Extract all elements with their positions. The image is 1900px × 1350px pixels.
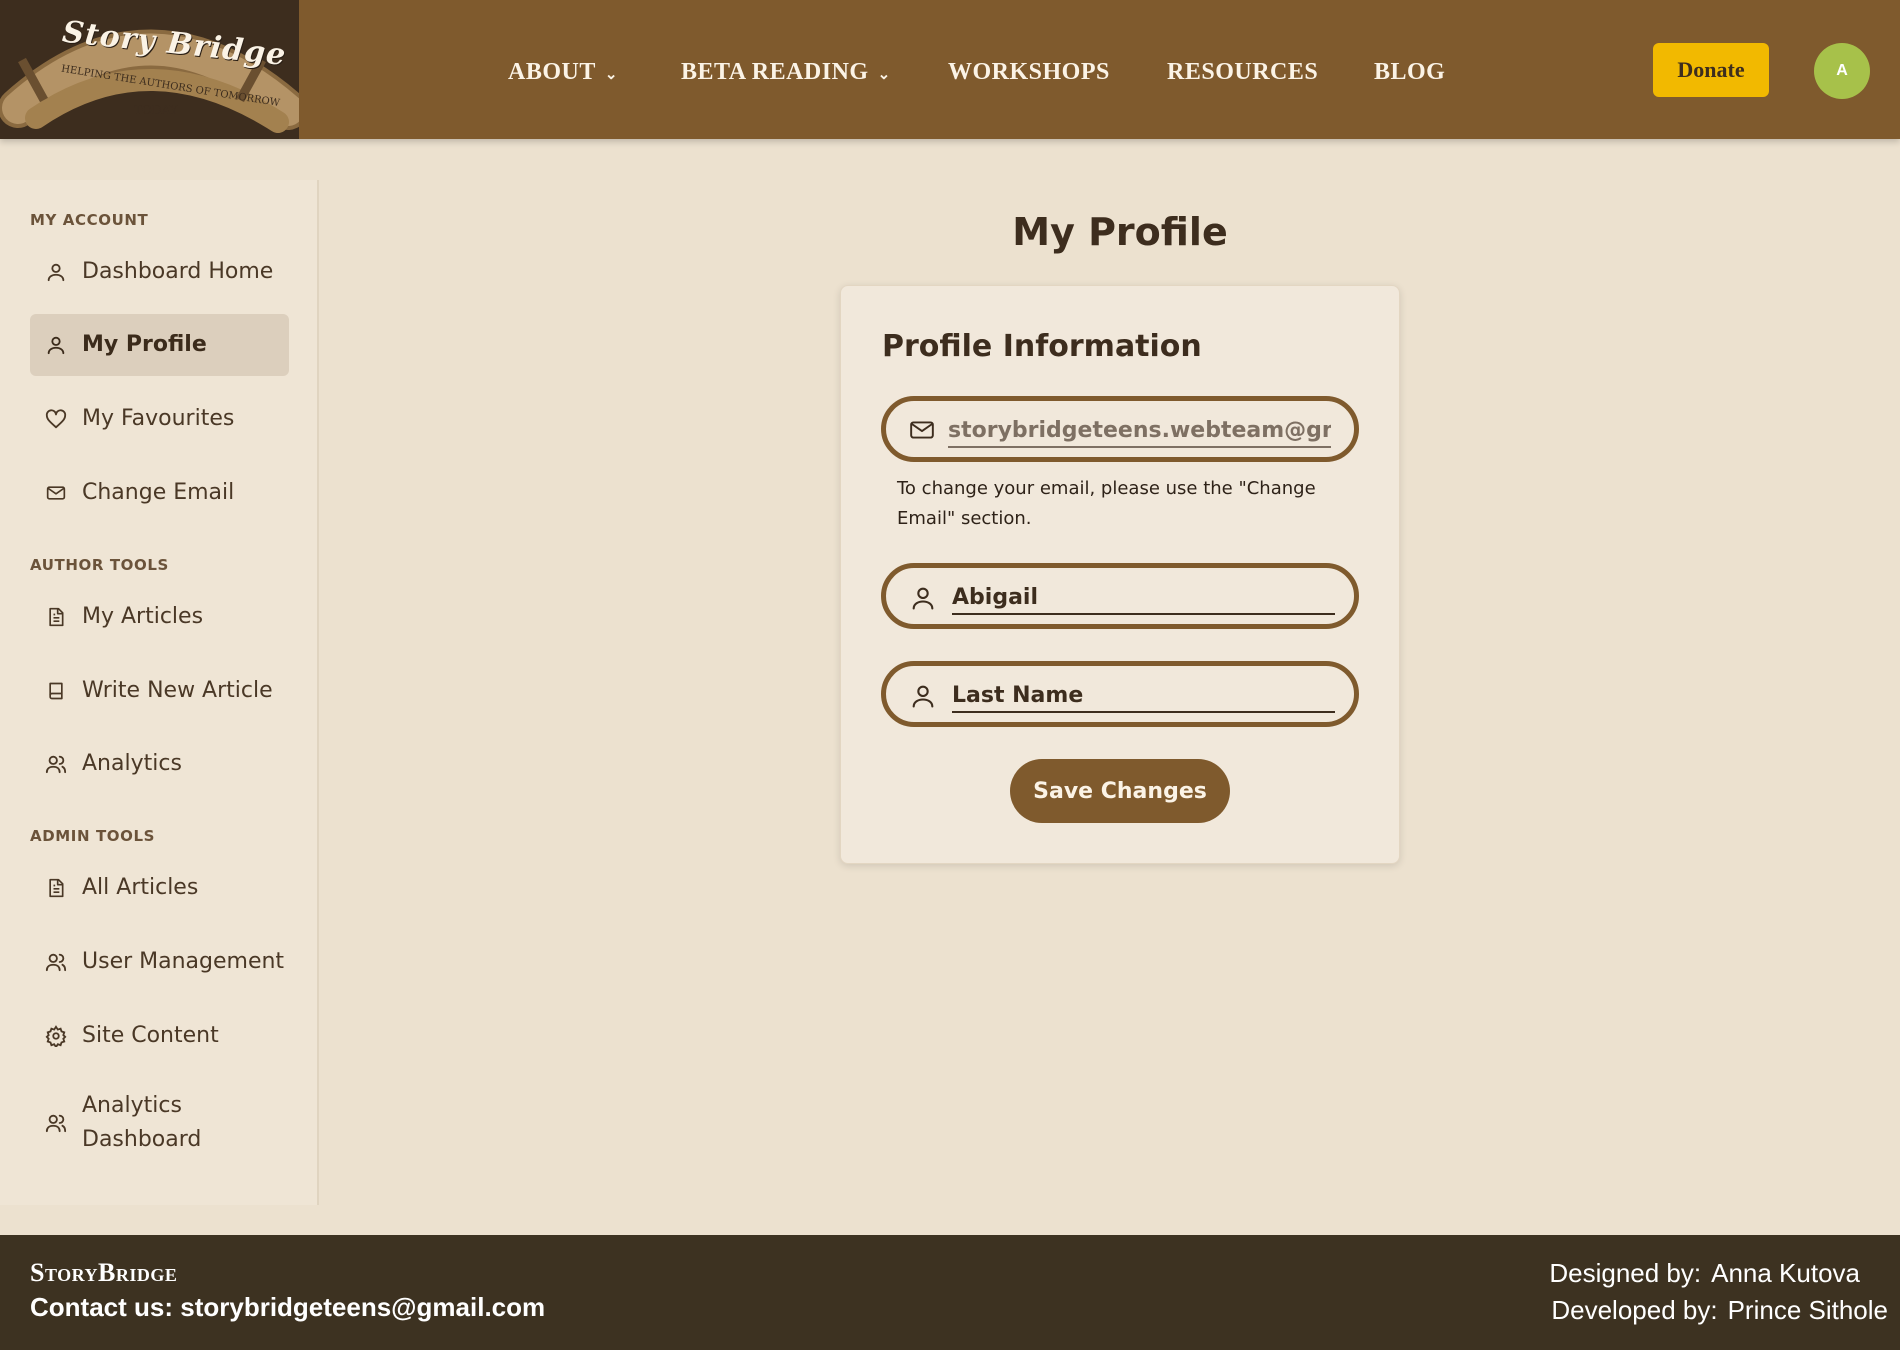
heart-icon xyxy=(30,408,82,430)
nav-blog-label: BLOG xyxy=(1374,58,1446,85)
sidebar-item-label: Write New Article xyxy=(82,678,273,703)
sidebar-item-change-email[interactable]: Change Email xyxy=(30,462,289,524)
nav-workshops-label: WORKSHOPS xyxy=(948,58,1110,85)
site-logo[interactable]: Story Bridge HELPING THE AUTHORS OF TOMO… xyxy=(0,0,299,139)
designed-by-label: Designed by: xyxy=(1549,1258,1702,1288)
sidebar-item-label: All Articles xyxy=(82,875,199,900)
developed-by-label: Developed by: xyxy=(1551,1295,1718,1325)
mail-icon xyxy=(909,417,935,447)
site-header: Story Bridge HELPING THE AUTHORS OF TOMO… xyxy=(0,0,1900,139)
nav-resources[interactable]: RESOURCES xyxy=(1167,56,1318,88)
nav-workshops[interactable]: WORKSHOPS xyxy=(948,56,1110,88)
sidebar-item-site-content[interactable]: Site Content xyxy=(30,1005,289,1067)
last-name-input[interactable] xyxy=(952,679,1335,713)
email-input xyxy=(948,414,1331,448)
nav-beta-reading[interactable]: BETA READING ⌄ xyxy=(681,56,891,88)
sidebar-item-dashboard-home[interactable]: Dashboard Home xyxy=(30,241,289,303)
users-icon xyxy=(30,753,82,775)
sidebar-item-label-line1: Analytics xyxy=(82,1093,182,1118)
nav-about[interactable]: ABOUT ⌄ xyxy=(508,56,618,88)
footer-contact-email[interactable]: storybridgeteens@gmail.com xyxy=(180,1292,545,1322)
designed-by-name: Anna Kutova xyxy=(1711,1258,1860,1288)
users-icon xyxy=(30,1112,82,1134)
card-title: Profile Information xyxy=(882,329,1202,364)
sidebar-item-my-profile[interactable]: My Profile xyxy=(30,314,289,376)
users-icon xyxy=(30,951,82,973)
sidebar-item-user-management[interactable]: User Management xyxy=(30,931,289,993)
nav-beta-reading-label: BETA READING xyxy=(681,58,869,85)
sidebar-item-label: Analytics Dashboard xyxy=(82,1089,201,1157)
sidebar-item-label: My Articles xyxy=(82,604,204,629)
sidebar-item-label: Analytics xyxy=(82,751,182,776)
developed-by-name: Prince Sithole xyxy=(1727,1295,1888,1325)
gear-icon xyxy=(30,1025,82,1047)
sidebar-item-my-favourites[interactable]: My Favourites xyxy=(30,388,289,450)
sidebar-item-my-articles[interactable]: My Articles xyxy=(30,586,289,648)
document-icon xyxy=(30,606,82,628)
footer-contact: Contact us: storybridgeteens@gmail.com xyxy=(30,1292,545,1323)
mail-icon xyxy=(30,483,82,503)
user-icon xyxy=(30,334,82,356)
sidebar-item-label: Change Email xyxy=(82,480,235,505)
page-title: My Profile xyxy=(1012,210,1228,254)
sidebar-heading-my-account: MY ACCOUNT xyxy=(30,211,149,229)
last-name-field[interactable] xyxy=(881,661,1359,727)
avatar[interactable]: A xyxy=(1814,43,1870,99)
nav-blog[interactable]: BLOG xyxy=(1374,56,1445,88)
profile-card: Profile Information To change your email… xyxy=(840,285,1400,864)
footer-designed-by: Designed by: Anna Kutova xyxy=(1549,1258,1860,1289)
save-changes-button[interactable]: Save Changes xyxy=(1010,759,1230,823)
sidebar-item-analytics[interactable]: Analytics xyxy=(30,733,289,795)
chevron-down-icon: ⌄ xyxy=(877,66,891,83)
sidebar-heading-author-tools: AUTHOR TOOLS xyxy=(30,556,169,574)
footer-contact-label: Contact us: xyxy=(30,1292,173,1322)
footer-developed-by: Developed by: Prince Sithole xyxy=(1551,1295,1888,1326)
email-field xyxy=(881,396,1359,462)
sidebar-item-label: Site Content xyxy=(82,1023,219,1048)
book-icon xyxy=(30,680,82,702)
email-hint-text: To change your email, please use the "Ch… xyxy=(897,478,1316,529)
sidebar-heading-admin-tools: ADMIN TOOLS xyxy=(30,827,156,845)
user-icon xyxy=(909,682,937,714)
logo-today: TODAY xyxy=(134,103,178,117)
sidebar-item-all-articles[interactable]: All Articles xyxy=(30,857,289,919)
document-icon xyxy=(30,877,82,899)
footer-brand: StoryBridge xyxy=(30,1258,178,1287)
sidebar: MY ACCOUNT Dashboard Home My Profile My … xyxy=(0,180,319,1205)
sidebar-item-label-line2: Dashboard xyxy=(82,1127,202,1152)
sidebar-item-write-new-article[interactable]: Write New Article xyxy=(30,660,289,722)
avatar-initial: A xyxy=(1836,62,1848,79)
site-footer: StoryBridge Contact us: storybridgeteens… xyxy=(0,1235,1900,1350)
sidebar-item-label: My Profile xyxy=(82,332,207,357)
chevron-down-icon: ⌄ xyxy=(604,66,618,83)
user-icon xyxy=(30,261,82,283)
donate-button[interactable]: Donate xyxy=(1653,43,1769,97)
sidebar-item-label: User Management xyxy=(82,949,285,974)
nav-about-label: ABOUT xyxy=(508,58,596,85)
sidebar-item-label: My Favourites xyxy=(82,406,235,431)
sidebar-item-analytics-dashboard[interactable]: Analytics Dashboard xyxy=(30,1086,289,1160)
nav-resources-label: RESOURCES xyxy=(1167,58,1319,85)
sidebar-item-label: Dashboard Home xyxy=(82,259,274,284)
first-name-field[interactable] xyxy=(881,563,1359,629)
first-name-input[interactable] xyxy=(952,581,1335,615)
user-icon xyxy=(909,584,937,616)
